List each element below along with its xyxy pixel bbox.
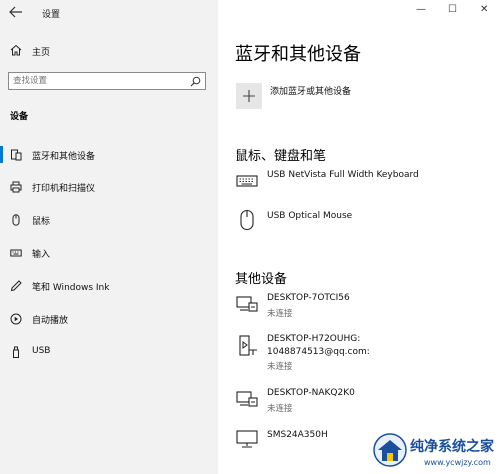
sidebar-item-label: USB [32,346,51,356]
autoplay-icon [10,313,22,325]
home-icon [10,44,22,56]
device-status: 未连接 [267,362,293,372]
window-title: 设置 [42,10,61,20]
watermark-text: 纯净系统之家 [410,439,494,455]
sidebar-item-pen[interactable]: 笔和 Windows Ink [0,274,218,298]
device-desktop-nakq2k0[interactable]: DESKTOP-NAKQ2K0 [267,388,355,399]
sidebar-item-printers[interactable]: 打印机和扫描仪 [0,175,218,199]
sidebar-item-label: 笔和 Windows Ink [32,283,110,293]
add-device-label[interactable]: 添加蓝牙或其他设备 [270,84,351,97]
usb-icon [13,346,19,358]
device-mouse[interactable]: USB Optical Mouse [267,211,352,222]
network-pc-icon [236,391,258,407]
sidebar-item-label: 输入 [32,250,51,260]
search-input[interactable] [13,75,183,87]
sidebar-item-mouse[interactable]: 鼠标 [0,208,218,232]
active-indicator [0,146,3,163]
mouse-icon [240,209,254,231]
device-sms24a350h[interactable]: SMS24A350H [267,430,328,441]
search-box[interactable] [8,72,206,90]
device-desktop-h72ouhg[interactable]: DESKTOP-H72OUHG: [267,334,360,345]
printer-icon [10,181,22,193]
sidebar-item-autoplay[interactable]: 自动播放 [0,307,218,331]
media-device-icon [239,335,257,356]
watermark-url: www.ycwjzy.com [424,458,491,467]
search-icon[interactable] [190,76,201,87]
sidebar-item-label: 打印机和扫描仪 [32,184,96,194]
page-title: 蓝牙和其他设备 [235,44,361,65]
device-keyboard[interactable]: USB NetVista Full Width Keyboard [267,170,419,181]
device-status: 未连接 [267,404,293,414]
section-title: 设备 [10,112,29,122]
sidebar-item-label: 自动播放 [32,316,69,326]
keyboard-icon [10,249,22,257]
bluetooth-devices-icon [11,149,22,161]
section-title-mouse-keyboard: 鼠标、键盘和笔 [235,149,327,164]
monitor-icon [236,430,258,448]
add-device-button[interactable] [236,83,262,109]
section-title-other-devices: 其他设备 [235,272,288,287]
sidebar-item-label: 鼠标 [32,217,51,227]
network-pc-icon [236,296,258,312]
home-link[interactable]: 主页 [32,45,50,58]
sidebar-item-bluetooth[interactable]: 蓝牙和其他设备 [0,143,218,167]
device-status: 未连接 [267,309,293,319]
keyboard-icon [236,175,258,187]
content-pane [218,0,500,474]
minimize-button[interactable]: — [416,4,426,15]
sidebar-item-label: 蓝牙和其他设备 [32,152,96,162]
plus-icon [243,90,255,102]
mouse-icon [12,214,20,226]
sidebar: 设置 主页 设备 蓝牙和其他设备 打印机和扫描仪 [0,0,218,474]
close-button[interactable]: ✕ [480,4,488,15]
device-desktop-h72ouhg-account: 1048874513@qq.com: [267,347,370,357]
sidebar-item-typing[interactable]: 输入 [0,241,218,265]
watermark-logo [373,433,407,467]
pen-icon [10,280,22,292]
maximize-button[interactable]: ☐ [448,4,457,15]
sidebar-item-usb[interactable]: USB [0,340,218,364]
back-arrow-icon[interactable] [8,5,24,19]
device-desktop-7otci56[interactable]: DESKTOP-7OTCI56 [267,293,350,304]
